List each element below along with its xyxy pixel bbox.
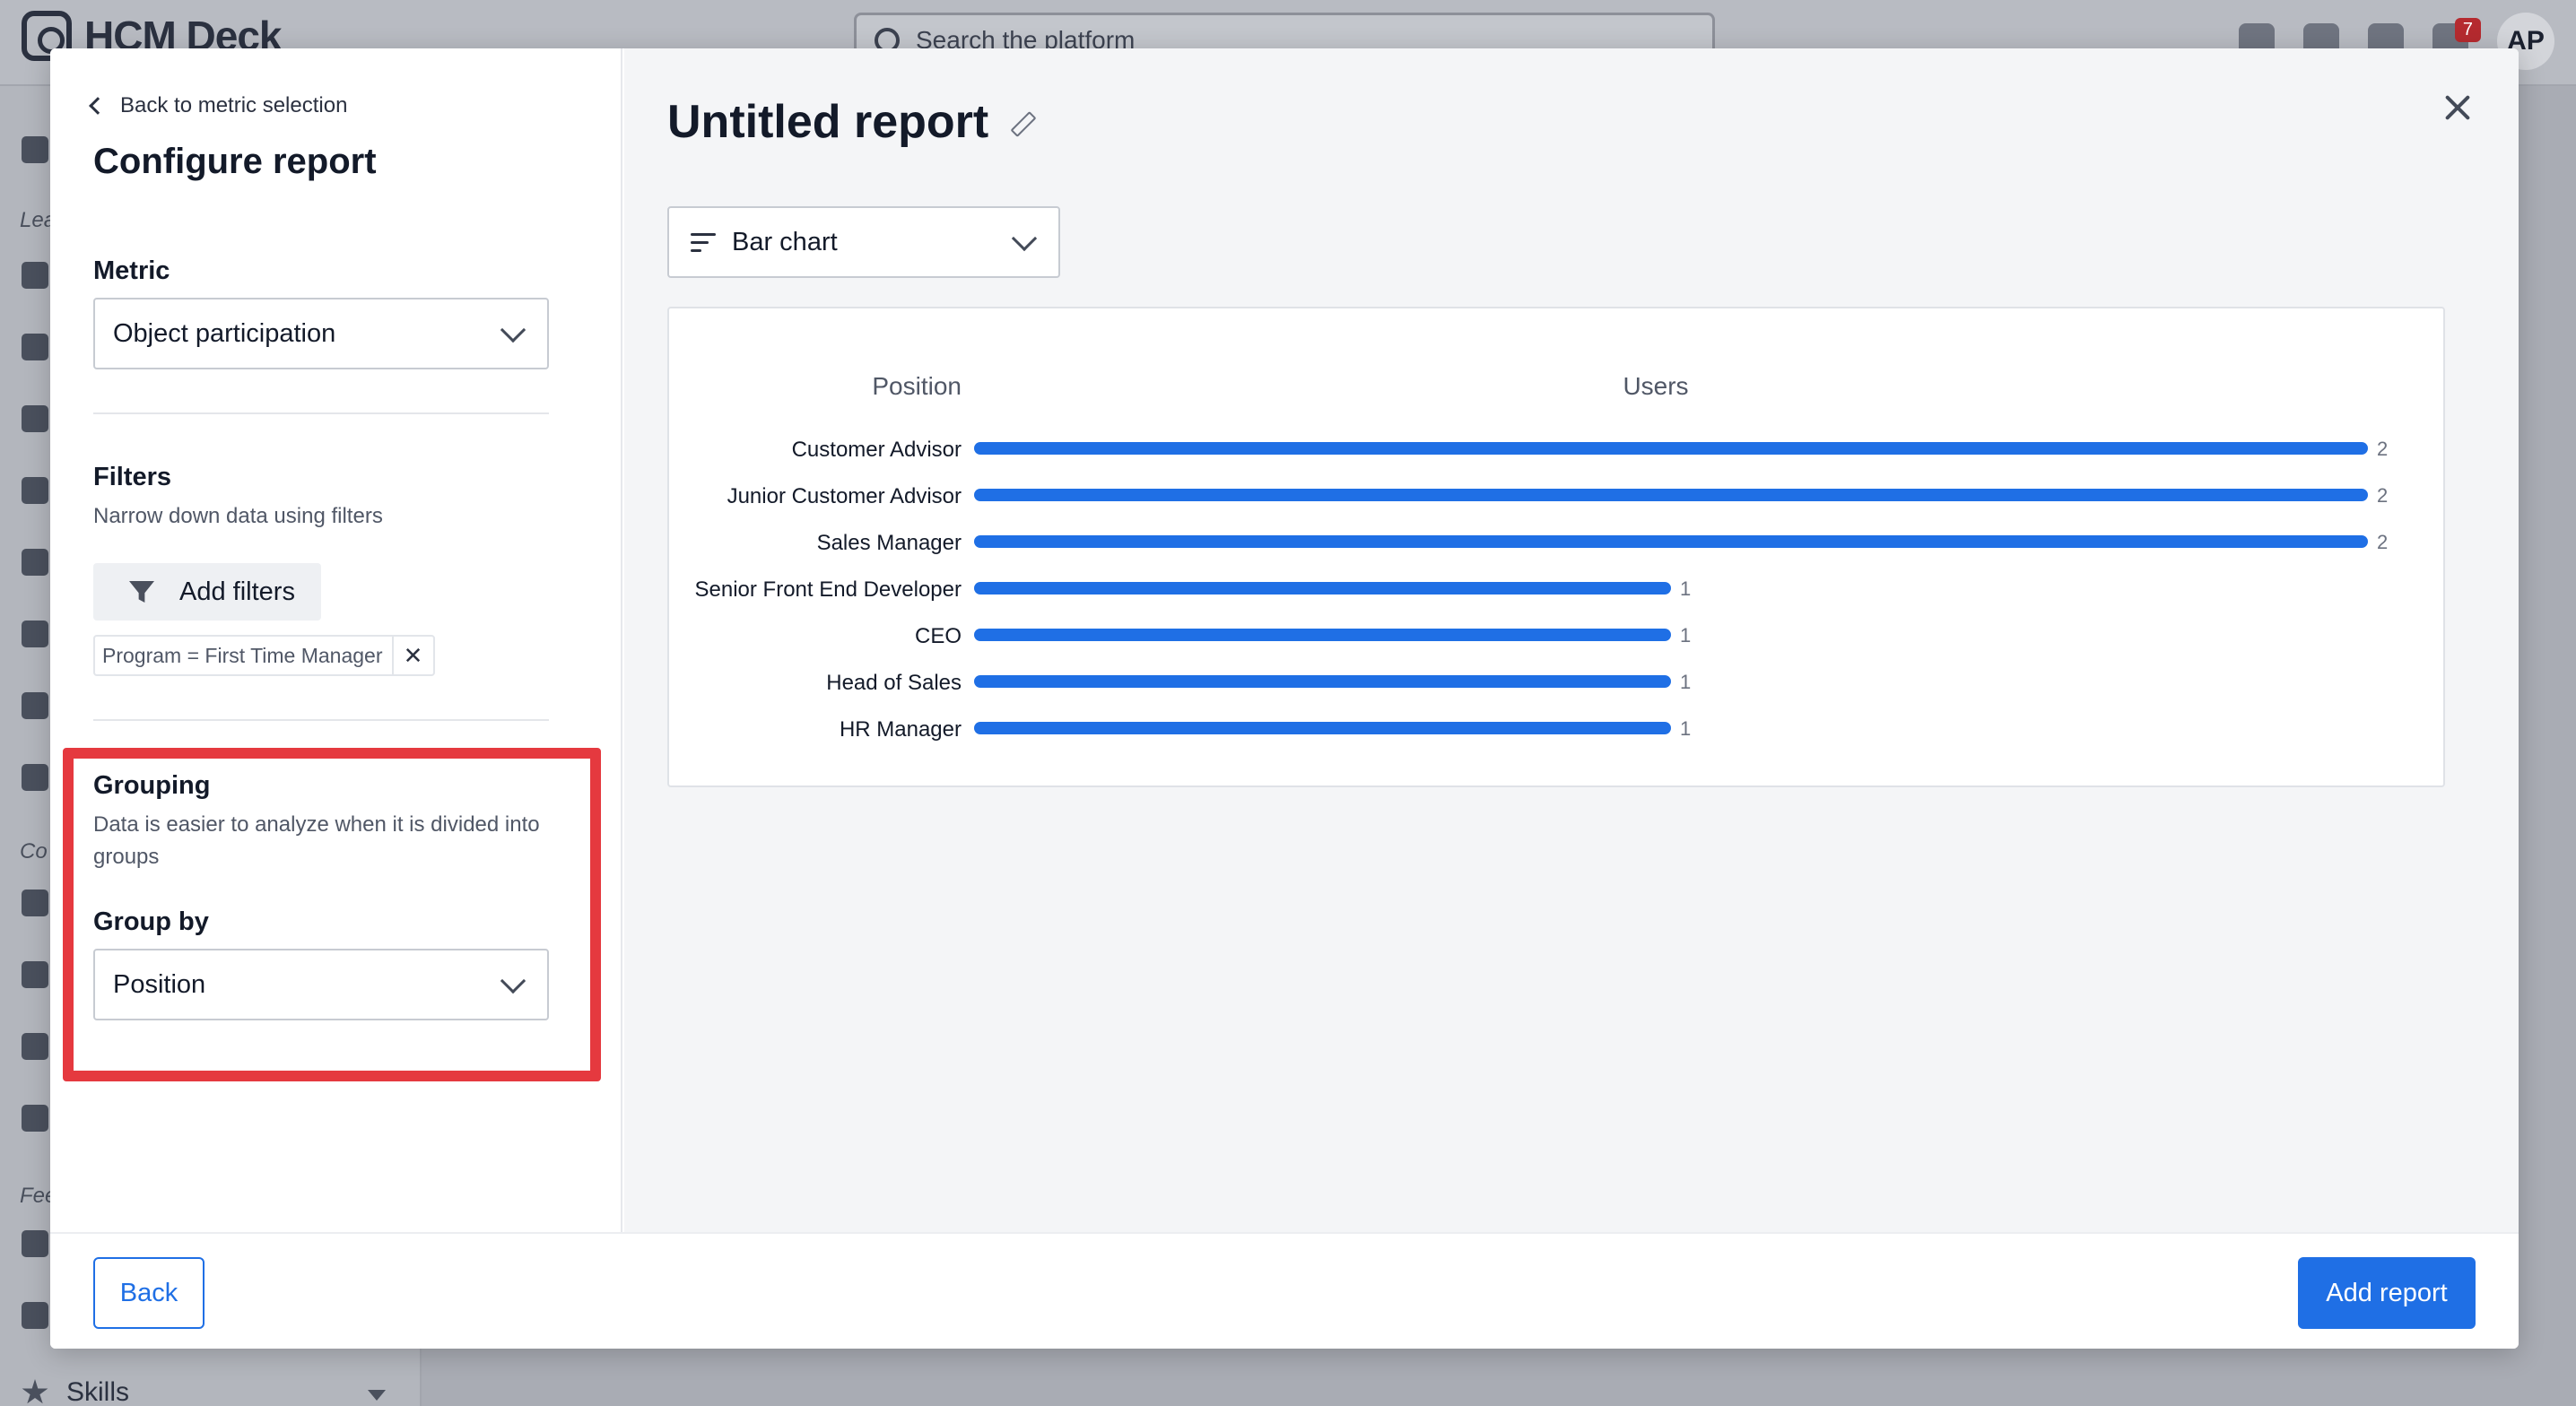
filters-label: Filters xyxy=(93,463,172,491)
bar[interactable] xyxy=(974,489,2368,501)
checkbox-icon[interactable] xyxy=(22,477,48,504)
bar-category-label: Junior Customer Advisor xyxy=(727,484,962,508)
chart-type-value: Bar chart xyxy=(732,227,838,256)
sidebar-section-label: Co xyxy=(20,839,48,864)
laptop-icon[interactable] xyxy=(22,405,48,432)
add-report-button[interactable]: Add report xyxy=(2298,1257,2476,1329)
back-to-metric-link[interactable]: Back to metric selection xyxy=(89,93,348,118)
modal-footer xyxy=(50,1232,2519,1349)
bar-category-label: HR Manager xyxy=(840,717,962,742)
bar-category-label: Head of Sales xyxy=(826,671,962,695)
filter-chip: Program = First Time Manager ✕ xyxy=(93,635,435,676)
chevron-left-icon xyxy=(89,97,107,115)
chart-card: Position Users Customer Advisor 2 Junior C… xyxy=(667,307,2445,787)
star-icon xyxy=(22,1379,48,1404)
chevron-down-icon[interactable] xyxy=(368,1390,386,1401)
document-icon[interactable] xyxy=(22,764,48,791)
chart-type-select[interactable]: Bar chart xyxy=(667,206,1060,278)
bar[interactable] xyxy=(974,582,1671,595)
person-icon[interactable] xyxy=(22,1302,48,1329)
bar[interactable] xyxy=(974,535,2368,548)
metric-select-value: Object participation xyxy=(113,318,336,348)
building-icon[interactable] xyxy=(22,334,48,360)
bar-value-label: 1 xyxy=(1680,624,1691,647)
add-filters-label: Add filters xyxy=(179,577,295,606)
bar[interactable] xyxy=(974,629,1671,641)
bar-value-label: 1 xyxy=(1680,577,1691,600)
chart-value-header: Users xyxy=(1623,372,1688,400)
bar-category-label: CEO xyxy=(915,624,962,648)
book-icon[interactable] xyxy=(22,621,48,647)
bar-value-label: 2 xyxy=(2377,531,2388,553)
grid-icon[interactable] xyxy=(22,1105,48,1132)
back-link-label: Back to metric selection xyxy=(120,93,348,117)
bar-category-label: Sales Manager xyxy=(817,531,962,555)
edit-pencil-icon[interactable] xyxy=(1005,108,1031,135)
presentation-icon[interactable] xyxy=(22,1033,48,1060)
list-icon[interactable] xyxy=(22,692,48,719)
bar-chart: Position Users Customer Advisor 2 Junior C… xyxy=(695,372,2389,742)
bar[interactable] xyxy=(974,722,1671,734)
checklist-icon[interactable] xyxy=(22,549,48,576)
sidebar-item-skills[interactable]: Skills xyxy=(22,1377,129,1406)
metric-label: Metric xyxy=(93,256,170,285)
configure-report-modal: Back to metric selection Configure repor… xyxy=(50,48,2519,1349)
comments-icon[interactable] xyxy=(22,890,48,916)
bar-value-label: 2 xyxy=(2377,438,2388,460)
bar[interactable] xyxy=(974,442,2368,455)
page-title: Configure report xyxy=(93,142,377,181)
report-title-text: Untitled report xyxy=(667,96,989,148)
metric-select[interactable]: Object participation xyxy=(93,298,549,369)
users-icon[interactable] xyxy=(22,262,48,289)
message-icon[interactable] xyxy=(22,961,48,988)
bar-category-label: Senior Front End Developer xyxy=(695,577,962,602)
filters-description: Narrow down data using filters xyxy=(93,504,383,528)
notification-badge: 7 xyxy=(2454,18,2481,42)
bar[interactable] xyxy=(974,675,1671,688)
add-filters-button[interactable]: Add filters xyxy=(93,563,321,621)
sort-bars-icon xyxy=(691,233,716,255)
filter-chip-label: Program = First Time Manager xyxy=(95,637,394,674)
divider xyxy=(93,719,549,721)
clipboard-icon[interactable] xyxy=(22,1230,48,1257)
bar-value-label: 1 xyxy=(1680,717,1691,740)
grouping-highlight-box xyxy=(63,748,601,1081)
filter-icon xyxy=(129,581,154,603)
divider xyxy=(93,412,549,414)
home-icon[interactable] xyxy=(22,136,48,163)
bar-category-label: Customer Advisor xyxy=(792,438,962,462)
report-title: Untitled report xyxy=(667,95,1031,149)
remove-filter-button[interactable]: ✕ xyxy=(394,637,433,674)
back-button[interactable]: Back xyxy=(93,1257,205,1329)
chevron-down-icon xyxy=(500,317,527,343)
chart-category-header: Position xyxy=(872,372,962,400)
bar-value-label: 1 xyxy=(1680,671,1691,693)
sidebar-item-label: Skills xyxy=(66,1377,130,1406)
chevron-down-icon xyxy=(1011,225,1038,252)
bar-value-label: 2 xyxy=(2377,484,2388,507)
close-icon[interactable] xyxy=(2441,91,2474,124)
